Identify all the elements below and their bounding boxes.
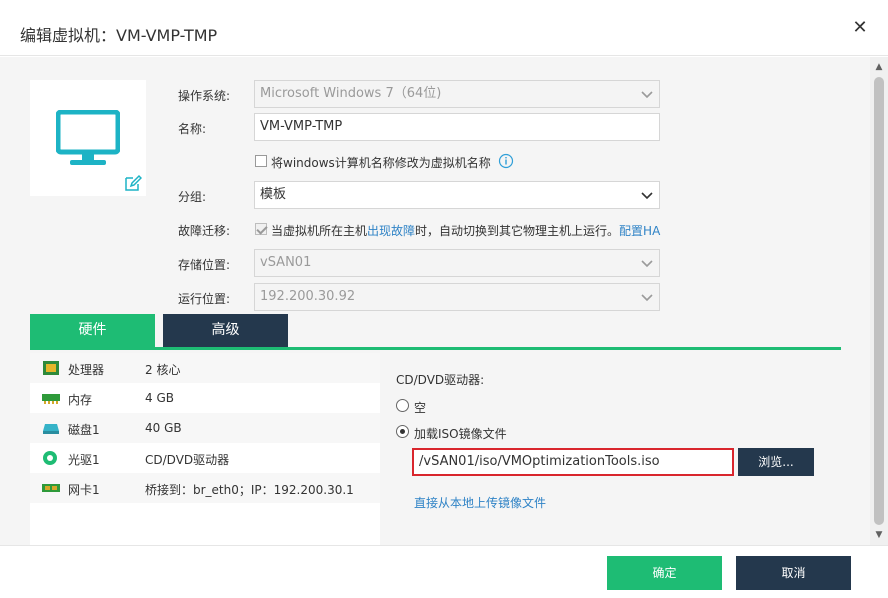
hardware-item-cdrom[interactable]: 光驱1 CD/DVD驱动器 [30,443,380,473]
hardware-item-value: 2 核心 [145,363,181,377]
os-row: 操作系统: Microsoft Windows 7（64位) [178,80,668,108]
failover-text: 当虚拟机所在主机出现故障时，自动切换到其它物理主机上运行。配置HA [271,222,660,239]
storage-select: vSAN01 [254,249,660,277]
name-row: 名称: VM-VMP-TMP [178,113,668,141]
radio-iso[interactable] [396,425,409,438]
tab-hardware[interactable]: 硬件 [30,314,155,347]
hardware-item-cpu[interactable]: 处理器 2 核心 [30,353,380,383]
monitor-icon [56,110,120,165]
group-label: 分组: [178,190,207,204]
os-label: 操作系统: [178,89,231,103]
chevron-down-icon [641,91,653,99]
hardware-item-label: 磁盘1 [68,423,100,437]
cancel-button[interactable]: 取消 [736,556,851,590]
failover-text-2: 时，自动切换到其它物理主机上运行。 [415,224,620,238]
run-label: 运行位置: [178,292,231,306]
iso-path-input[interactable]: /vSAN01/iso/VMOptimizationTools.iso [412,448,734,476]
scroll-up-icon[interactable]: ▲ [870,59,888,75]
chevron-down-icon [641,260,653,268]
iso-path-value: /vSAN01/iso/VMOptimizationTools.iso [419,454,660,469]
chevron-down-icon [641,294,653,302]
vm-avatar [30,80,146,196]
memory-icon [42,394,60,404]
hardware-item-value: 4 GB [145,391,174,405]
browse-button[interactable]: 浏览... [738,448,814,476]
hardware-item-value: 桥接到：br_eth0；IP：192.200.30.1 [145,483,354,497]
name-label: 名称: [178,122,207,136]
info-icon[interactable] [498,153,514,169]
hardware-list: 处理器 2 核心 内存 4 GB 磁盘1 40 GB 光驱1 CD/DVD驱动器… [30,353,380,545]
configure-ha-link[interactable]: 配置HA [619,224,660,238]
cpu-icon [43,361,59,375]
tab-bar: 硬件 高级 [30,314,841,350]
cdrom-icon [43,451,57,465]
hardware-item-label: 内存 [68,393,93,407]
failover-label: 故障迁移: [178,224,231,238]
disk-icon [43,424,59,434]
upload-local-iso-link[interactable]: 直接从本地上传镜像文件 [414,494,546,511]
rename-checkbox-label: 将windows计算机名称修改为虚拟机名称 [271,156,491,170]
os-value: Microsoft Windows 7（64位) [260,86,442,101]
hardware-item-value: 40 GB [145,421,182,435]
radio-empty[interactable] [396,399,409,412]
group-select[interactable]: 模板 [254,181,660,209]
group-row: 分组: 模板 [178,181,668,209]
hardware-item-label: 网卡1 [68,483,100,497]
storage-value: vSAN01 [260,255,312,270]
dialog-title: 编辑虚拟机：VM-VMP-TMP [20,26,218,45]
rename-row: 将windows计算机名称修改为虚拟机名称 [178,151,668,171]
run-select: 192.200.30.92 [254,283,660,311]
tab-advanced[interactable]: 高级 [163,314,288,347]
dialog-body: 操作系统: Microsoft Windows 7（64位) 名称: VM-VM… [0,57,870,545]
run-row: 运行位置: 192.200.30.92 [178,283,668,311]
hardware-item-value: CD/DVD驱动器 [145,453,230,467]
hardware-item-nic[interactable]: 网卡1 桥接到：br_eth0；IP：192.200.30.1 [30,473,380,503]
scroll-down-icon[interactable]: ▼ [870,527,888,543]
failover-checkbox[interactable] [255,223,267,235]
storage-label: 存储位置: [178,258,231,272]
run-value: 192.200.30.92 [260,289,356,304]
hardware-item-label: 处理器 [68,363,105,377]
hardware-item-label: 光驱1 [68,453,100,467]
name-value: VM-VMP-TMP [260,119,343,134]
rename-checkbox[interactable] [255,155,267,167]
radio-empty-label: 空 [414,401,427,415]
cdrom-detail-heading: CD/DVD驱动器: [396,373,485,387]
nic-icon [42,484,60,492]
failover-text-1: 当虚拟机所在主机 [271,224,368,238]
scroll-thumb[interactable] [874,77,884,525]
dialog-footer: 确定 取消 [0,545,888,598]
failover-row: 故障迁移: 当虚拟机所在主机出现故障时，自动切换到其它物理主机上运行。配置HA [178,219,688,239]
storage-row: 存储位置: vSAN01 [178,249,668,277]
dialog-header: 编辑虚拟机：VM-VMP-TMP ✕ [0,0,888,56]
name-input[interactable]: VM-VMP-TMP [254,113,660,141]
hardware-item-memory[interactable]: 内存 4 GB [30,383,380,413]
vertical-scrollbar[interactable]: ▲ ▼ [870,57,888,545]
group-value: 模板 [260,187,287,202]
failover-link[interactable]: 出现故障 [367,224,415,238]
ok-button[interactable]: 确定 [607,556,722,590]
hardware-item-disk[interactable]: 磁盘1 40 GB [30,413,380,443]
os-select: Microsoft Windows 7（64位) [254,80,660,108]
close-icon[interactable]: ✕ [850,18,870,38]
chevron-down-icon [641,192,653,200]
edit-icon[interactable] [124,174,142,192]
cdrom-detail-panel: CD/DVD驱动器: 空 加载ISO镜像文件 /vSAN01/iso/VMOpt… [380,353,841,545]
radio-iso-label: 加载ISO镜像文件 [414,427,507,441]
